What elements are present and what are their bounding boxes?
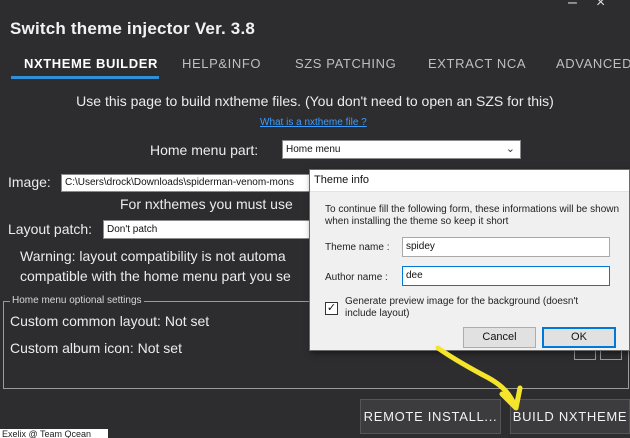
tab-nxtheme-builder[interactable]: NXTHEME BUILDER: [24, 56, 158, 71]
dialog-title: Theme info: [314, 174, 370, 186]
intro-text: Use this page to build nxtheme files. (Y…: [76, 93, 554, 109]
for-nxthemes-text: For nxthemes you must use: [120, 196, 293, 212]
image-label: Image:: [8, 174, 51, 190]
home-menu-part-select[interactable]: Home menu ⌄: [282, 140, 521, 159]
optional-settings-title: Home menu optional settings: [10, 295, 144, 306]
layout-patch-value: Don't patch: [107, 224, 158, 235]
image-path-field[interactable]: C:\Users\drock\Downloads\spiderman-venom…: [61, 174, 316, 192]
layout-patch-select[interactable]: Don't patch: [103, 220, 316, 239]
theme-name-label: Theme name :: [325, 242, 390, 253]
home-menu-part-label: Home menu part:: [150, 142, 259, 158]
checkmark-icon: ✓: [326, 302, 337, 314]
home-menu-part-value: Home menu: [286, 144, 341, 155]
tab-extract-nca[interactable]: EXTRACT NCA: [428, 56, 526, 71]
chevron-down-icon: ⌄: [505, 143, 515, 155]
warning-line-1: Warning: layout compatibility is not aut…: [20, 248, 286, 264]
tab-advanced[interactable]: ADVANCED: [556, 56, 630, 71]
build-nxtheme-button[interactable]: BUILD NXTHEME: [510, 399, 630, 434]
credit-text: Exelix @ Team Qcean: [0, 429, 108, 438]
tab-szs-patching[interactable]: SZS PATCHING: [295, 56, 396, 71]
ok-button[interactable]: OK: [542, 327, 616, 348]
warning-line-2: compatible with the home menu part you s…: [20, 268, 291, 284]
author-name-field[interactable]: dee: [402, 266, 610, 286]
tab-bar: NXTHEME BUILDER HELP&INFO SZS PATCHING E…: [0, 50, 630, 79]
theme-info-dialog: Theme info To continue fill the followin…: [309, 169, 630, 351]
author-name-label: Author name :: [325, 272, 388, 283]
active-tab-indicator: [11, 76, 159, 79]
nxtheme-info-link[interactable]: What is a nxtheme file ?: [260, 117, 367, 128]
cancel-button[interactable]: Cancel: [463, 327, 536, 348]
generate-preview-label: Generate preview image for the backgroun…: [345, 296, 579, 319]
remote-install-button[interactable]: REMOTE INSTALL...: [360, 399, 501, 434]
close-icon[interactable]: ×: [596, 0, 605, 12]
dialog-instructions: To continue fill the following form, the…: [325, 204, 620, 227]
custom-common-layout-text: Custom common layout: Not set: [10, 313, 210, 329]
minimize-icon[interactable]: –: [568, 0, 577, 12]
tab-help-info[interactable]: HELP&INFO: [182, 56, 261, 71]
theme-name-field[interactable]: spidey: [402, 237, 610, 257]
app-title: Switch theme injector Ver. 3.8: [10, 19, 256, 38]
layout-patch-label: Layout patch:: [8, 221, 93, 237]
generate-preview-checkbox[interactable]: ✓: [325, 302, 338, 315]
title-bar: Switch theme injector Ver. 3.8 – ×: [0, 0, 630, 46]
dialog-title-bar: Theme info: [310, 170, 629, 192]
custom-album-icon-text: Custom album icon: Not set: [10, 340, 182, 356]
